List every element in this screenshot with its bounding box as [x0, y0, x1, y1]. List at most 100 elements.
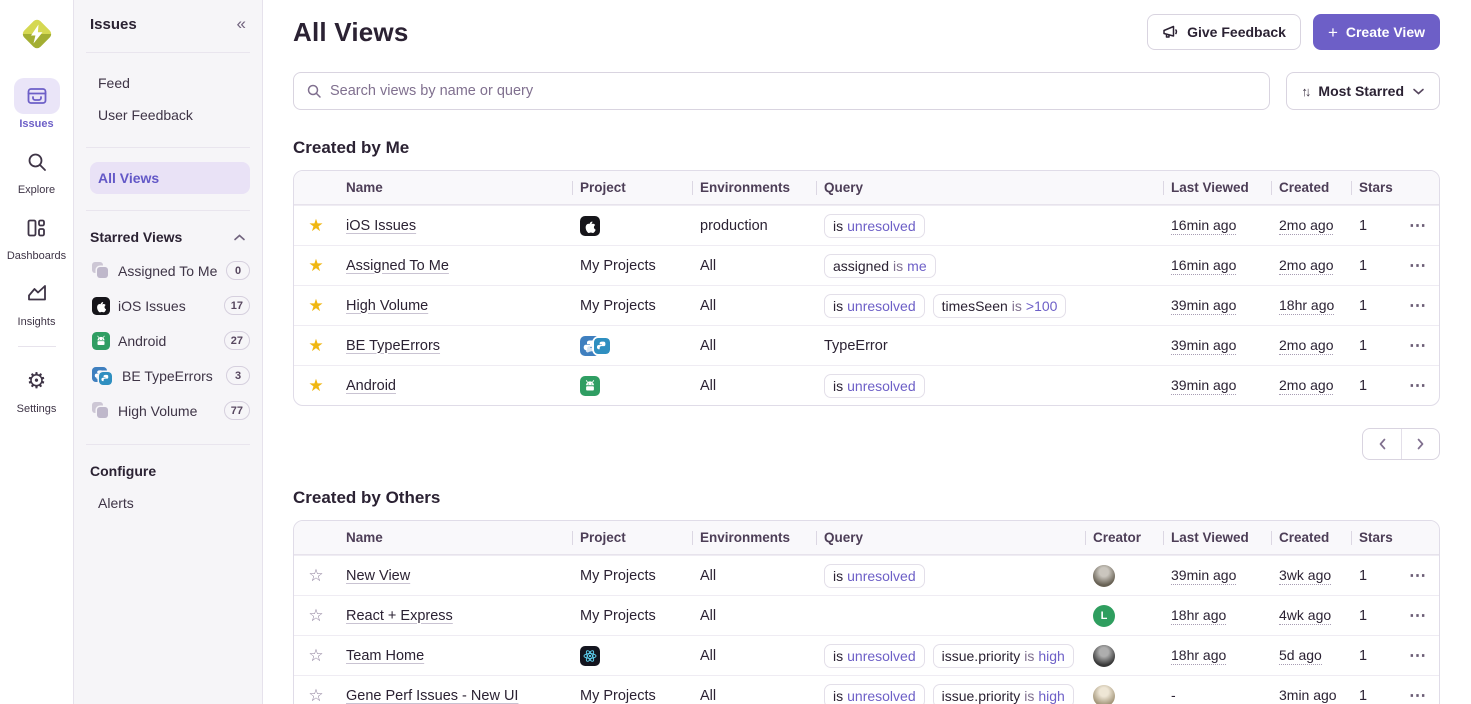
row-menu-button[interactable]: ⋯: [1409, 606, 1427, 625]
row-menu-button[interactable]: ⋯: [1409, 376, 1427, 395]
stars-count: 1: [1351, 298, 1401, 314]
configure-section: Configure: [90, 451, 250, 487]
chevron-left-icon: [1377, 437, 1388, 451]
query-token: issue.priorityishigh: [933, 684, 1074, 704]
insights-chart-icon: [25, 282, 49, 306]
stars-count: 1: [1351, 258, 1401, 274]
search-input[interactable]: [330, 83, 1257, 99]
python-project-icon: [594, 338, 610, 354]
star-icon[interactable]: ★: [308, 217, 323, 234]
sidebar-item-feed[interactable]: Feed: [90, 67, 250, 99]
sidebar-item-alerts[interactable]: Alerts: [90, 487, 250, 519]
stars-count: 1: [1351, 608, 1401, 624]
star-outline-icon[interactable]: ☆: [308, 567, 323, 584]
count-badge: 77: [224, 401, 250, 420]
sidebar-item-user-feedback[interactable]: User Feedback: [90, 99, 250, 131]
last-viewed: 16min ago: [1171, 217, 1236, 235]
rail-item-dashboards[interactable]: Dashboards: [7, 210, 66, 262]
star-outline-icon[interactable]: ☆: [308, 647, 323, 664]
page-title: All Views: [293, 17, 409, 48]
search-bar: [293, 72, 1270, 110]
view-name-link[interactable]: Assigned To Me: [346, 258, 449, 274]
previous-page-button[interactable]: [1363, 429, 1401, 459]
table-row: ☆ Team Home All: [294, 635, 1439, 675]
row-menu-button[interactable]: ⋯: [1409, 686, 1427, 704]
row-menu-button[interactable]: ⋯: [1409, 256, 1427, 275]
last-viewed: 39min ago: [1171, 567, 1236, 585]
query-token: isunresolved: [824, 374, 925, 398]
configure-label: Configure: [90, 463, 156, 479]
sentry-logo[interactable]: [15, 12, 59, 56]
main-content: All Views Give Feedback + Create View: [263, 0, 1471, 704]
stars-count: 1: [1351, 378, 1401, 394]
pagination: [1362, 428, 1440, 460]
python-stack-icon: [92, 367, 114, 385]
stars-count: 1: [1351, 568, 1401, 584]
rail-item-issues[interactable]: Issues: [14, 78, 60, 130]
dashboards-icon: [24, 216, 48, 240]
starred-view-ios-issues[interactable]: iOS Issues 17: [90, 288, 250, 323]
chevron-right-icon: [1415, 437, 1426, 451]
row-menu-button[interactable]: ⋯: [1409, 296, 1427, 315]
table-row: ★ Assigned To Me My Projects All assigne…: [294, 245, 1439, 285]
rail-item-insights[interactable]: Insights: [14, 276, 60, 328]
created-at: 2mo ago: [1279, 337, 1333, 355]
view-name-link[interactable]: BE TypeErrors: [346, 338, 440, 354]
starred-view-be-typeerrors[interactable]: BE TypeErrors 3: [90, 358, 250, 393]
query-text: TypeError: [824, 338, 888, 354]
table-header: Name Project Environments Query Last Vie…: [294, 171, 1439, 205]
star-icon[interactable]: ★: [308, 257, 323, 274]
collapse-sidebar-icon[interactable]: «: [237, 14, 250, 34]
rail-label-dashboards: Dashboards: [7, 250, 66, 262]
view-name-link[interactable]: Gene Perf Issues - New UI: [346, 688, 518, 704]
stars-count: 1: [1351, 648, 1401, 664]
plus-icon: +: [1328, 24, 1338, 41]
created-at: 3wk ago: [1279, 567, 1331, 585]
starred-view-high-volume[interactable]: High Volume 77: [90, 393, 250, 428]
count-badge: 0: [226, 261, 250, 280]
rail-item-explore[interactable]: Explore: [14, 144, 60, 196]
view-name-link[interactable]: React + Express: [346, 608, 453, 624]
starred-view-assigned-to-me[interactable]: Assigned To Me 0: [90, 253, 250, 288]
query-token: issue.priorityishigh: [933, 644, 1074, 668]
issues-sidebar: Issues « Feed User Feedback All Views St…: [74, 0, 263, 704]
last-viewed: 39min ago: [1171, 337, 1236, 355]
count-badge: 17: [224, 296, 250, 315]
star-icon[interactable]: ★: [308, 377, 323, 394]
created-at: 3min ago: [1279, 687, 1337, 704]
issues-icon: [25, 84, 49, 108]
apple-project-icon: [92, 297, 110, 315]
row-menu-button[interactable]: ⋯: [1409, 336, 1427, 355]
row-menu-button[interactable]: ⋯: [1409, 566, 1427, 585]
sort-dropdown[interactable]: ↑↓ Most Starred: [1286, 72, 1440, 110]
starred-views-section-toggle[interactable]: Starred Views: [90, 217, 250, 253]
view-name-link[interactable]: Team Home: [346, 648, 424, 664]
rail-label-explore: Explore: [18, 184, 55, 196]
row-menu-button[interactable]: ⋯: [1409, 216, 1427, 235]
created-at: 4wk ago: [1279, 607, 1331, 625]
creator-avatar: [1093, 565, 1115, 587]
rail-item-settings[interactable]: ⚙ Settings: [14, 363, 60, 415]
star-outline-icon[interactable]: ☆: [308, 607, 323, 624]
view-name-link[interactable]: Android: [346, 378, 396, 394]
give-feedback-button[interactable]: Give Feedback: [1147, 14, 1301, 50]
next-page-button[interactable]: [1401, 429, 1439, 459]
sort-arrows-icon: ↑↓: [1301, 84, 1310, 99]
row-menu-button[interactable]: ⋯: [1409, 646, 1427, 665]
query-token: isunresolved: [824, 214, 925, 238]
star-icon[interactable]: ★: [308, 297, 323, 314]
view-name-link[interactable]: High Volume: [346, 298, 428, 314]
star-icon[interactable]: ★: [308, 337, 323, 354]
chevron-up-icon: [233, 233, 246, 242]
starred-view-android[interactable]: Android 27: [90, 323, 250, 358]
created-at: 5d ago: [1279, 647, 1322, 665]
view-name-link[interactable]: iOS Issues: [346, 218, 416, 234]
count-badge: 3: [226, 366, 250, 385]
projects-stack-icon: [92, 262, 110, 280]
query-token: isunresolved: [824, 644, 925, 668]
query-token: isunresolved: [824, 564, 925, 588]
sidebar-item-all-views[interactable]: All Views: [90, 162, 250, 194]
star-outline-icon[interactable]: ☆: [308, 687, 323, 704]
view-name-link[interactable]: New View: [346, 568, 410, 584]
create-view-button[interactable]: + Create View: [1313, 14, 1440, 50]
